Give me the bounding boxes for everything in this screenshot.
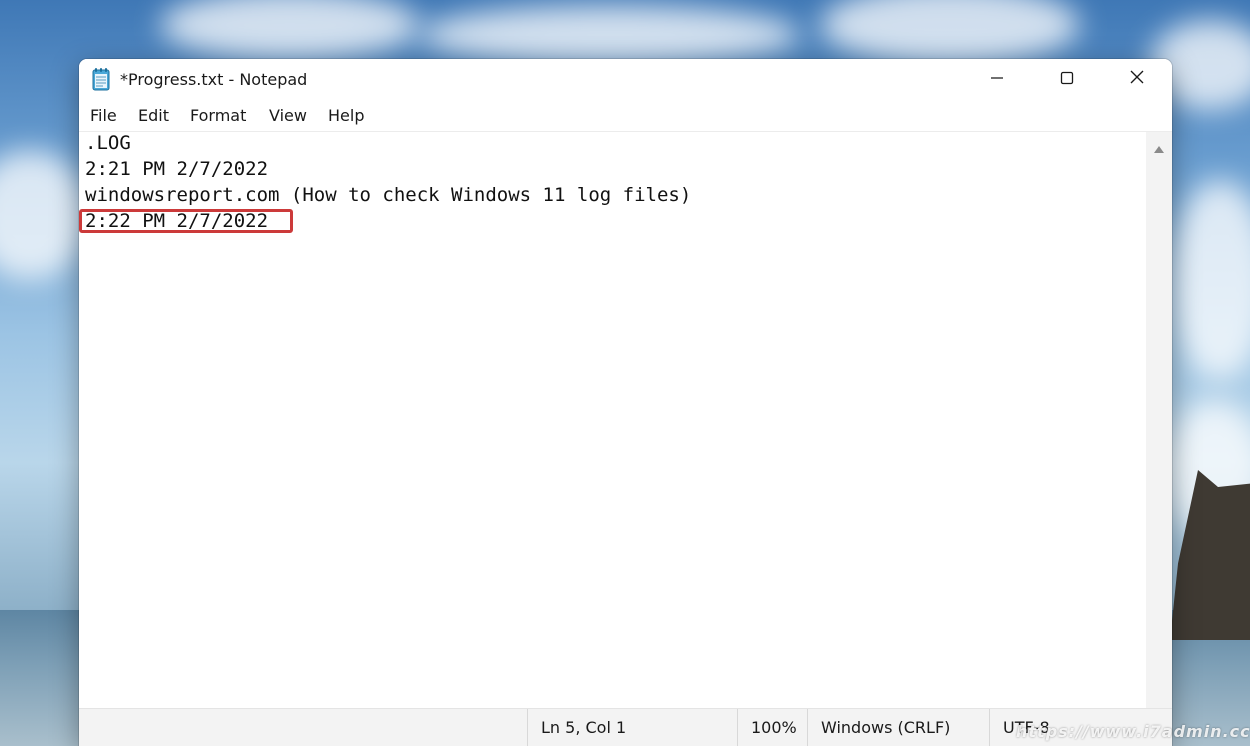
menu-view[interactable]: View <box>269 104 307 128</box>
zoom-level: 100% <box>737 709 807 746</box>
window-title: *Progress.txt - Notepad <box>120 70 308 89</box>
scroll-up-arrow-icon[interactable] <box>1153 140 1165 159</box>
vertical-scrollbar[interactable] <box>1146 132 1172 708</box>
title-bar[interactable]: *Progress.txt - Notepad <box>79 59 1172 101</box>
cursor-position: Ln 5, Col 1 <box>527 709 737 746</box>
maximize-button[interactable] <box>1032 59 1102 99</box>
menu-help[interactable]: Help <box>328 104 364 128</box>
minimize-button[interactable] <box>962 59 1032 99</box>
cloud <box>0 150 90 280</box>
editor-line: 2:21 PM 2/7/2022 <box>85 158 269 180</box>
desktop-background: *Progress.txt - Notepad File Edit Format <box>0 0 1250 746</box>
notepad-window[interactable]: *Progress.txt - Notepad File Edit Format <box>79 59 1172 746</box>
text-editor[interactable]: .LOG 2:21 PM 2/7/2022 windowsreport.com … <box>79 132 1146 708</box>
minimize-icon <box>990 70 1004 89</box>
maximize-icon <box>1060 70 1074 89</box>
editor-line: .LOG <box>85 132 131 154</box>
line-ending: Windows (CRLF) <box>807 709 989 746</box>
cloud <box>420 5 800 65</box>
menu-bar: File Edit Format View Help <box>79 101 1172 132</box>
notepad-icon <box>91 67 111 91</box>
close-button[interactable] <box>1102 59 1172 99</box>
editor-line: windowsreport.com (How to check Windows … <box>85 184 692 206</box>
cloud <box>160 0 420 60</box>
menu-file[interactable]: File <box>90 104 117 128</box>
menu-edit[interactable]: Edit <box>138 104 169 128</box>
cloud <box>1170 180 1250 380</box>
cloud <box>820 0 1080 65</box>
menu-format[interactable]: Format <box>190 104 246 128</box>
close-icon <box>1129 69 1145 89</box>
status-bar: Ln 5, Col 1 100% Windows (CRLF) UTF-8 <box>79 708 1172 746</box>
highlight-annotation <box>79 209 293 233</box>
watermark: https://www.i7admin.cc <box>1016 722 1250 741</box>
